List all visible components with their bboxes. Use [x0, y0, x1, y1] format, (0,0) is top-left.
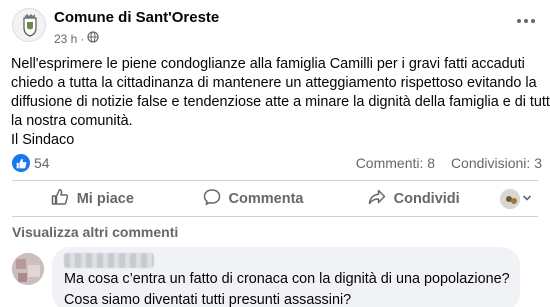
divider — [12, 180, 538, 181]
post-text-line: la nostra comunità. — [11, 113, 133, 129]
post-text-line: chiedo a tutta la cittadinanza di manten… — [11, 75, 537, 91]
post-time[interactable]: 23 h — [54, 32, 77, 46]
reactions-row: 54 Commenti: 8 Condivisioni: 3 — [12, 152, 542, 174]
post-text: Nell'esprimere le piene condoglianze all… — [11, 55, 550, 150]
post-text-line: diffusione di notizie false e tendenzios… — [11, 94, 550, 110]
page-name[interactable]: Comune di Sant'Oreste — [54, 9, 219, 26]
comment-bubble: Ma cosa c’entra un fatto di cronaca con … — [52, 247, 520, 307]
post-signature: Il Sindaco — [11, 132, 75, 148]
post-actions-bar: Mi piace Commenta Condividi — [12, 184, 538, 214]
shares-count[interactable]: Condivisioni: 3 — [451, 155, 542, 171]
commenter-avatar[interactable] — [12, 253, 44, 285]
user-avatar — [500, 189, 521, 209]
share-arrow-icon — [368, 188, 386, 210]
view-more-comments-link[interactable]: Visualizza altri commenti — [12, 224, 178, 240]
engagement-counts: Commenti: 8 Condivisioni: 3 — [356, 155, 542, 171]
speech-bubble-icon — [203, 188, 221, 210]
comment-button[interactable]: Commenta — [173, 184, 334, 214]
like-button[interactable]: Mi piace — [12, 184, 173, 214]
divider — [12, 216, 538, 217]
comment-author-blurred[interactable] — [64, 253, 154, 268]
like-button-label: Mi piace — [76, 191, 134, 207]
comment-text-line: Ma cosa c’entra un fatto di cronaca con … — [64, 271, 510, 287]
reactions-count[interactable]: 54 — [34, 155, 50, 171]
comment-as-selector[interactable] — [494, 184, 538, 214]
comment-text-line: Cosa siamo diventati tutti presunti assa… — [64, 292, 352, 307]
share-button[interactable]: Condividi — [333, 184, 494, 214]
thumbs-up-icon — [51, 188, 69, 210]
comment-button-label: Commenta — [228, 191, 304, 207]
chevron-down-icon — [522, 191, 532, 207]
post-text-line: Nell'esprimere le piene condoglianze all… — [11, 56, 525, 72]
more-dots-icon[interactable] — [514, 14, 538, 28]
globe-icon — [87, 31, 99, 46]
page-avatar[interactable] — [12, 8, 46, 42]
post-meta: 23 h · — [54, 31, 99, 46]
post-header: Comune di Sant'Oreste 23 h · — [0, 0, 550, 50]
meta-separator: · — [80, 31, 85, 46]
share-button-label: Condividi — [393, 191, 460, 207]
like-reaction-icon[interactable] — [12, 154, 30, 172]
comments-count[interactable]: Commenti: 8 — [356, 155, 435, 171]
